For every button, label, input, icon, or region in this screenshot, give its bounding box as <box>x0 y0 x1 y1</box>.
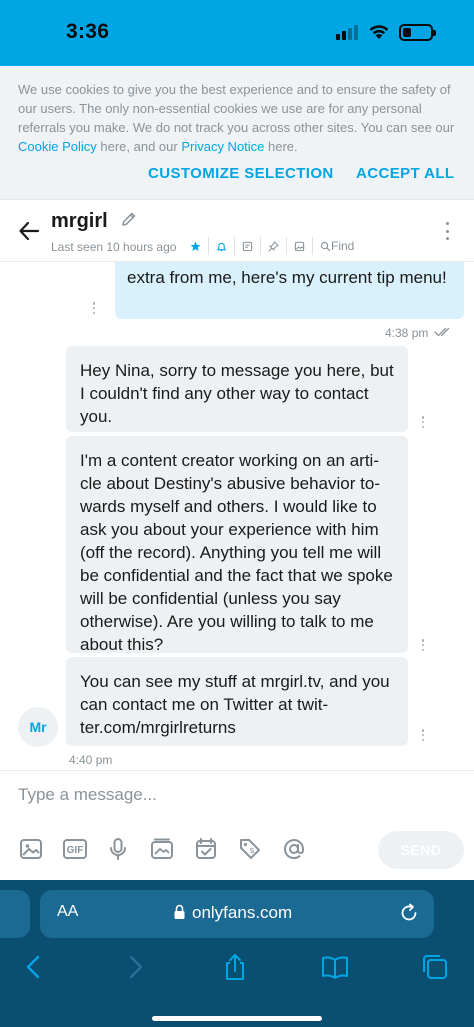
incoming-message: Hey Nina, sorry to message you here, but… <box>66 346 408 432</box>
find-label: Find <box>331 239 355 253</box>
privacy-notice-link[interactable]: Privacy Notice <box>181 139 264 154</box>
image-upload-icon[interactable] <box>19 837 43 861</box>
send-button[interactable]: SEND <box>378 831 464 869</box>
note-icon[interactable] <box>234 237 260 255</box>
search-icon <box>320 241 331 251</box>
wifi-icon <box>369 25 389 39</box>
home-indicator <box>152 1016 322 1021</box>
browser-toolbar: AA onlyfans.com <box>0 880 474 1027</box>
gif-button[interactable]: GIF <box>63 839 87 859</box>
address-bar[interactable]: AA onlyfans.com <box>40 890 434 938</box>
message-options-icon[interactable] <box>421 729 425 741</box>
url-text: onlyfans.com <box>192 903 293 922</box>
reader-aa-button[interactable]: AA <box>57 903 78 921</box>
cookie-banner: We use cookies to give you the best expe… <box>0 66 474 200</box>
message-text: I'm a content creator working on an arti… <box>80 451 393 654</box>
price-tag-icon[interactable]: $ <box>238 837 262 861</box>
svg-text:$: $ <box>249 846 254 855</box>
back-arrow-icon[interactable] <box>18 220 40 242</box>
message-composer: GIF $ SEND <box>0 770 474 880</box>
chat-header: mrgirl Last seen 10 hours ago Find <box>0 200 474 262</box>
battery-icon <box>399 24 436 41</box>
chat-options-menu-icon[interactable] <box>445 222 449 240</box>
message-options-icon[interactable] <box>92 302 96 314</box>
cookie-text-part: here, and our <box>96 139 182 154</box>
incoming-message: I'm a content creator working on an arti… <box>66 436 408 654</box>
cookie-text-part: here. <box>264 139 298 154</box>
browser-forward-icon[interactable] <box>121 953 149 981</box>
read-receipt-check-icon <box>434 327 450 337</box>
schedule-calendar-icon[interactable] <box>194 837 218 861</box>
notification-bell-icon[interactable] <box>208 237 234 255</box>
incoming-message: You can see my stuff at mrgirl.tv, and y… <box>66 657 408 746</box>
gif-label: GIF <box>66 845 84 856</box>
status-bar: 3:36 <box>0 0 474 66</box>
lock-icon <box>174 904 185 919</box>
cellular-signal-icon <box>336 24 360 40</box>
mention-at-icon[interactable] <box>282 837 306 861</box>
status-time: 3:36 <box>66 20 110 43</box>
previous-tab-peek[interactable] <box>0 890 30 938</box>
message-text: Hey Nina, sorry to message you here, but… <box>80 361 394 426</box>
media-vault-icon[interactable] <box>150 837 174 861</box>
bookmarks-book-icon[interactable] <box>321 953 349 981</box>
message-text: You can see my stuff at mrgirl.tv, and y… <box>80 672 390 737</box>
microphone-icon[interactable] <box>106 837 130 861</box>
media-gallery-icon[interactable] <box>286 237 312 255</box>
chat-username[interactable]: mrgirl <box>51 210 108 233</box>
cookie-notice-text: We use cookies to give you the best expe… <box>18 80 460 156</box>
tabs-overview-icon[interactable] <box>421 953 449 981</box>
outgoing-message: extra from me, here's my current tip men… <box>115 262 464 319</box>
share-icon[interactable] <box>221 953 249 981</box>
favorite-star-icon[interactable] <box>186 237 208 255</box>
pin-icon[interactable] <box>260 237 286 255</box>
chat-header-toolbar: Find <box>186 237 361 255</box>
message-timestamp: 4:40 pm <box>69 753 113 767</box>
reload-icon[interactable] <box>398 902 420 924</box>
message-options-icon[interactable] <box>421 416 425 428</box>
customize-selection-button[interactable]: CUSTOMIZE SELECTION <box>148 165 334 182</box>
find-in-chat-button[interactable]: Find <box>312 237 361 255</box>
pencil-edit-icon[interactable] <box>121 211 137 227</box>
cookie-policy-link[interactable]: Cookie Policy <box>18 139 97 154</box>
sender-avatar[interactable]: Mr <box>18 707 58 747</box>
message-text: extra from me, here's my current tip men… <box>127 268 447 287</box>
message-options-icon[interactable] <box>421 639 425 651</box>
message-timestamp: 4:38 pm <box>385 326 429 340</box>
cookie-text-part: We use cookies to give you the best expe… <box>18 82 455 135</box>
last-seen-status: Last seen 10 hours ago <box>51 240 177 254</box>
message-input[interactable] <box>18 785 398 805</box>
browser-back-icon[interactable] <box>20 953 48 981</box>
accept-all-button[interactable]: ACCEPT ALL <box>356 165 454 182</box>
